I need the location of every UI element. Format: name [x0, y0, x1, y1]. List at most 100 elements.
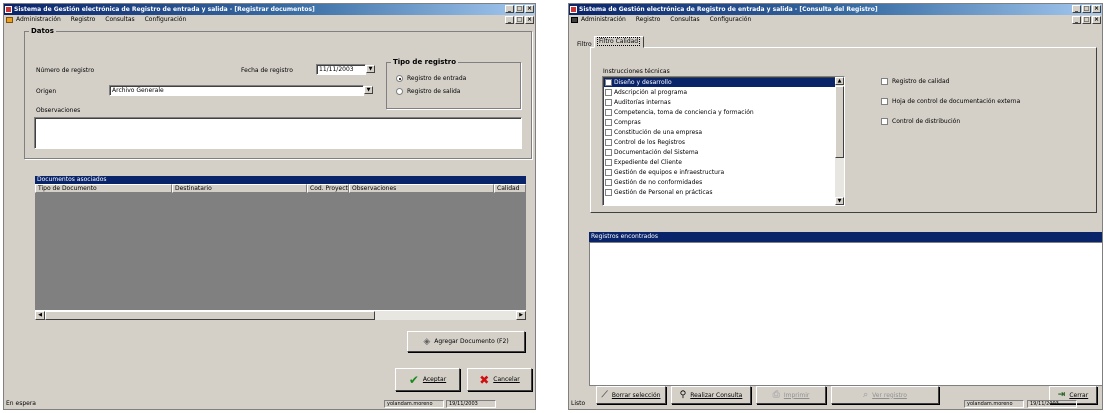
status-date: 19/11/2003 [1027, 400, 1077, 408]
list-item[interactable]: Diseño y desarrollo [604, 78, 835, 87]
instrucciones-label: Instrucciones técnicas [603, 68, 670, 75]
scroll-thumb[interactable] [45, 311, 375, 320]
instrucciones-scrollbar[interactable]: ▲ ▼ [835, 77, 844, 205]
menu-configuracion[interactable]: Configuración [710, 16, 752, 23]
list-item[interactable]: Auditorías internas [604, 98, 835, 107]
list-item-label: Expediente del Cliente [614, 159, 682, 166]
child-restore-button[interactable]: □ [1082, 16, 1091, 24]
agregar-documento-label: Agregar Documento (F2) [434, 338, 509, 345]
menu-bar: Administración Registro Consultas Config… [4, 15, 535, 25]
list-item[interactable]: Constitución de una empresa [604, 128, 835, 137]
add-document-icon: ◈ [423, 336, 431, 347]
list-scroll-down[interactable]: ▼ [835, 197, 844, 205]
tipo-registro-title: Tipo de registro [391, 58, 459, 66]
list-item-checkbox[interactable] [605, 139, 612, 146]
list-item-checkbox[interactable] [605, 119, 612, 126]
menu-consultas[interactable]: Consultas [105, 16, 134, 23]
maximize-button[interactable]: □ [515, 5, 524, 13]
observaciones-label: Observaciones [36, 107, 81, 114]
scroll-left-button[interactable]: ◀ [35, 311, 45, 320]
close-button[interactable]: × [1092, 5, 1101, 13]
list-item[interactable]: Expediente del Cliente [604, 158, 835, 167]
list-item-checkbox[interactable] [605, 189, 612, 196]
origen-label: Origen [36, 88, 57, 95]
list-item-checkbox[interactable] [605, 109, 612, 116]
list-item-checkbox[interactable] [605, 129, 612, 136]
registro-entrada-radio[interactable] [396, 75, 403, 82]
origen-select[interactable]: Archivo Generale [109, 85, 364, 96]
minimize-button[interactable]: _ [505, 5, 514, 13]
menu-app-icon [6, 17, 13, 23]
fecha-dropdown-button[interactable]: ▼ [366, 65, 375, 73]
list-item[interactable]: Gestión de equipos e infraestructura [604, 168, 835, 177]
minimize-button[interactable]: _ [1072, 5, 1081, 13]
documentos-table-body[interactable] [35, 193, 526, 310]
aceptar-button[interactable]: ✔ Aceptar [395, 368, 460, 391]
list-item-checkbox[interactable] [605, 169, 612, 176]
list-item[interactable]: Documentación del Sistema [604, 148, 835, 157]
list-item[interactable]: Competencia, toma de conciencia y formac… [604, 108, 835, 117]
origen-dropdown-button[interactable]: ▼ [364, 86, 373, 94]
menu-configuracion[interactable]: Configuración [145, 16, 187, 23]
list-item[interactable]: Adscripción al programa [604, 88, 835, 97]
title-bar: Sistema de Gestión electrónica de Regist… [4, 4, 535, 15]
list-item-label: Constitución de una empresa [614, 129, 703, 136]
list-scroll-up[interactable]: ▲ [835, 77, 844, 85]
list-item-label: Gestión de no conformidades [614, 179, 703, 186]
registros-results[interactable] [589, 242, 1102, 386]
status-text: Listo [571, 400, 586, 407]
menu-administracion[interactable]: Administración [581, 16, 626, 23]
list-item-checkbox[interactable] [605, 99, 612, 106]
list-item-checkbox[interactable] [605, 149, 612, 156]
menu-registro[interactable]: Registro [636, 16, 661, 23]
menu-registro[interactable]: Registro [71, 16, 96, 23]
list-item[interactable]: Gestión de Personal en prácticas [604, 188, 835, 197]
cancelar-button[interactable]: ✖ Cancelar [467, 368, 532, 391]
col-observaciones[interactable]: Observaciones [349, 184, 494, 193]
registrar-documentos-window: Sistema de Gestión electrónica de Regist… [3, 3, 536, 410]
tab-filtro-calidad[interactable]: Filtro Calidad [594, 36, 644, 48]
child-restore-button[interactable]: □ [515, 16, 524, 24]
checkmark-icon: ✔ [408, 372, 419, 387]
control-distribucion-label: Control de distribución [892, 118, 961, 125]
list-item-checkbox[interactable] [605, 159, 612, 166]
col-tipo-documento[interactable]: Tipo de Documento [35, 184, 172, 193]
maximize-button[interactable]: □ [1082, 5, 1091, 13]
menu-consultas[interactable]: Consultas [670, 16, 699, 23]
horizontal-scrollbar[interactable]: ◀ ▶ [35, 310, 526, 320]
list-item-label: Diseño y desarrollo [614, 79, 672, 86]
list-item[interactable]: Control de los Registros [604, 138, 835, 147]
child-close-button[interactable]: × [1092, 16, 1101, 24]
list-item-checkbox[interactable] [605, 79, 612, 86]
registro-entrada-label: Registro de entrada [407, 75, 467, 82]
registro-calidad-checkbox[interactable] [881, 78, 888, 85]
fecha-registro-field[interactable]: 11/11/2003 [316, 64, 366, 75]
col-calidad[interactable]: Calidad [494, 184, 526, 193]
window-title: Sistema de Gestión electrónica de Regist… [14, 6, 315, 13]
col-destinatario[interactable]: Destinatario [172, 184, 307, 193]
list-item[interactable]: Compras [604, 118, 835, 127]
close-button[interactable]: × [525, 5, 534, 13]
scroll-right-button[interactable]: ▶ [516, 311, 526, 320]
child-minimize-button[interactable]: _ [505, 16, 514, 24]
title-bar: Sistema de Gestión electrónica de Regist… [569, 4, 1102, 15]
registro-salida-radio[interactable] [396, 88, 403, 95]
agregar-documento-button[interactable]: ◈ Agregar Documento (F2) [407, 331, 525, 352]
list-item-checkbox[interactable] [605, 179, 612, 186]
col-cod-proyecto[interactable]: Cod. Proyecto [307, 184, 349, 193]
control-distribucion-checkbox[interactable] [881, 118, 888, 125]
cerrar-label: Cerrar [1069, 391, 1089, 399]
window-title: Sistema de Gestión electrónica de Regist… [579, 6, 878, 13]
status-user: yolandam.moreno [384, 400, 444, 408]
list-item-checkbox[interactable] [605, 89, 612, 96]
observaciones-input[interactable] [34, 117, 522, 149]
hoja-control-checkbox[interactable] [881, 98, 888, 105]
list-scroll-thumb[interactable] [835, 86, 844, 158]
menu-administracion[interactable]: Administración [16, 16, 61, 23]
list-item[interactable]: Gestión de no conformidades [604, 178, 835, 187]
child-minimize-button[interactable]: _ [1072, 16, 1081, 24]
menu-bar: Administración Registro Consultas Config… [569, 15, 1102, 25]
fecha-registro-value: 11/11/2003 [319, 66, 354, 73]
origen-value: Archivo Generale [112, 87, 164, 94]
child-close-button[interactable]: × [525, 16, 534, 24]
